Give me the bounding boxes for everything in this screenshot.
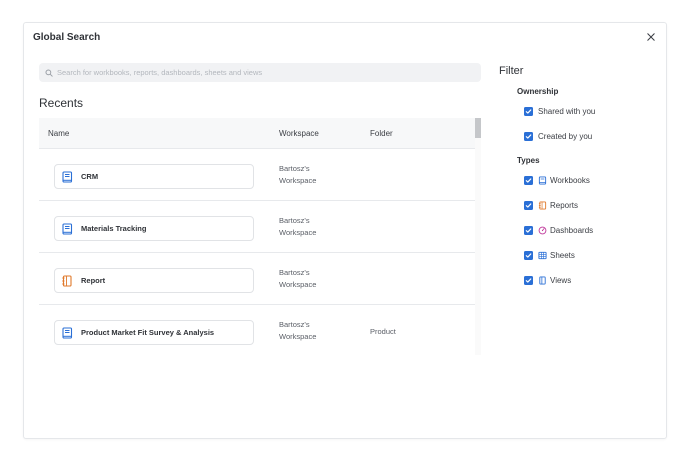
checkbox-checked[interactable] (524, 200, 533, 210)
check-icon (525, 177, 532, 183)
types-heading: Types (517, 156, 540, 165)
column-header-name[interactable]: Name (48, 129, 69, 138)
check-icon (525, 108, 532, 114)
filter-option-label: Reports (550, 200, 579, 210)
workbook-icon (538, 175, 547, 185)
dashboard-icon (538, 226, 547, 235)
filter-title: Filter (499, 65, 524, 77)
workspace-cell: Bartosz's Workspace (279, 163, 339, 187)
recent-item-card[interactable]: Product Market Fit Survey & Analysis (54, 320, 254, 345)
filter-reports[interactable]: Reports (524, 199, 578, 211)
workspace-cell: Bartosz's Workspace (279, 215, 339, 239)
filter-option-label: Shared with you (538, 106, 596, 116)
workspace-line-1: Bartosz's (279, 320, 310, 329)
workspace-cell: Bartosz's Workspace (279, 267, 339, 291)
filter-dashboards[interactable]: Dashboards (524, 224, 593, 236)
sheet-icon (538, 251, 547, 260)
workspace-line-1: Bartosz's (279, 216, 310, 225)
folder-cell: Product (370, 327, 396, 336)
recent-item-name: Product Market Fit Survey & Analysis (81, 328, 215, 337)
recent-item-card[interactable]: Materials Tracking (54, 216, 254, 241)
close-icon (647, 33, 655, 41)
recents-table: Name Workspace Folder CRM Bartosz's Works… (39, 118, 475, 355)
filter-option-label: Sheets (550, 250, 575, 260)
workspace-line-1: Bartosz's (279, 164, 310, 173)
workspace-line-2: Workspace (279, 332, 317, 341)
checkbox-checked[interactable] (524, 250, 533, 260)
workspace-line-2: Workspace (279, 176, 317, 185)
recents-title: Recents (39, 96, 84, 110)
report-icon (60, 274, 74, 288)
check-icon (525, 133, 532, 139)
table-row: Materials Tracking Bartosz's Workspace (39, 201, 475, 253)
workspace-line-1: Bartosz's (279, 268, 310, 277)
workbook-icon (60, 326, 74, 340)
checkbox-checked[interactable] (524, 106, 533, 116)
table-header: Name Workspace Folder (39, 118, 475, 149)
filter-option-label: Dashboards (550, 225, 594, 235)
filter-views[interactable]: Views (524, 274, 571, 286)
column-header-folder[interactable]: Folder (370, 129, 393, 138)
filter-option-label: Created by you (538, 131, 593, 141)
workspace-line-2: Workspace (279, 228, 317, 237)
recent-item-name: Materials Tracking (81, 224, 147, 233)
filter-sheets[interactable]: Sheets (524, 249, 575, 261)
close-button[interactable] (644, 30, 658, 44)
dialog-title: Global Search (33, 32, 101, 43)
workspace-cell: Bartosz's Workspace (279, 319, 339, 343)
check-icon (525, 277, 532, 283)
filter-option-label: Views (550, 275, 572, 285)
filter-option-label: Workbooks (550, 175, 590, 185)
check-icon (525, 202, 532, 208)
checkbox-checked[interactable] (524, 131, 533, 141)
recent-item-name: Report (81, 276, 106, 285)
scrollbar-thumb[interactable] (475, 118, 481, 138)
filter-shared-with-you[interactable]: Shared with you (524, 105, 595, 117)
global-search-dialog: Global Search Recents Name Workspace Fol… (23, 22, 667, 439)
table-row: Report Bartosz's Workspace (39, 253, 475, 305)
filter-workbooks[interactable]: Workbooks (524, 174, 590, 186)
scrollbar-track[interactable] (475, 118, 481, 355)
column-header-workspace[interactable]: Workspace (279, 129, 319, 138)
recent-item-name: CRM (81, 172, 99, 181)
filter-created-by-you[interactable]: Created by you (524, 130, 592, 142)
search-icon (45, 68, 53, 77)
check-icon (525, 227, 532, 233)
table-row: Product Market Fit Survey & Analysis Bar… (39, 305, 475, 355)
checkbox-checked[interactable] (524, 175, 533, 185)
recent-item-card[interactable]: CRM (54, 164, 254, 189)
workbook-icon (60, 170, 74, 184)
ownership-heading: Ownership (517, 87, 559, 96)
view-icon (538, 275, 547, 285)
workbook-icon (60, 222, 74, 236)
table-row: CRM Bartosz's Workspace (39, 149, 475, 201)
report-icon (538, 200, 547, 210)
search-bar[interactable] (39, 63, 481, 82)
checkbox-checked[interactable] (524, 225, 533, 235)
check-icon (525, 252, 532, 258)
recent-item-card[interactable]: Report (54, 268, 254, 293)
workspace-line-2: Workspace (279, 280, 317, 289)
checkbox-checked[interactable] (524, 275, 533, 285)
search-input[interactable] (57, 68, 481, 77)
